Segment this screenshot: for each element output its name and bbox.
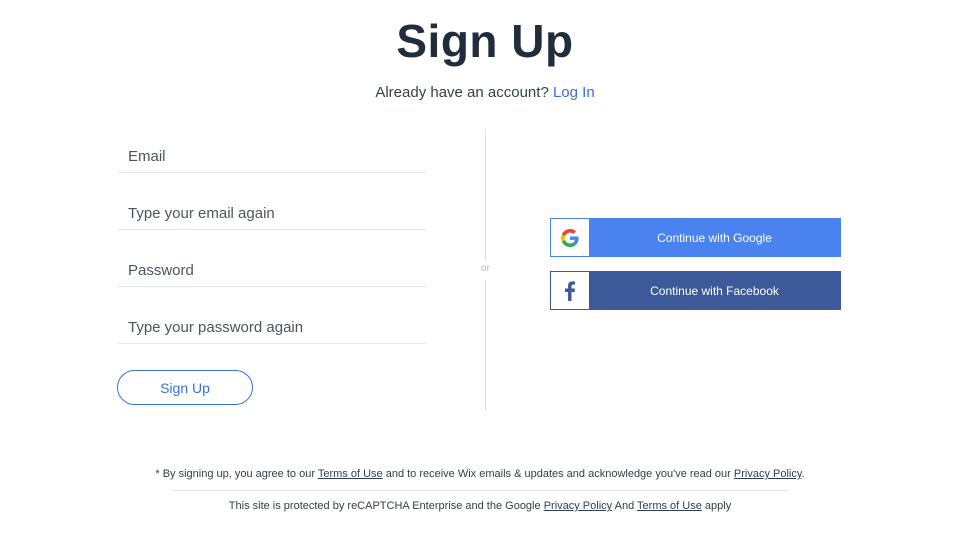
password-confirm-input[interactable] bbox=[118, 312, 426, 343]
sign-up-button[interactable]: Sign Up bbox=[117, 370, 253, 405]
email-field-wrapper bbox=[118, 141, 426, 173]
legal-prefix: * By signing up, you agree to our bbox=[155, 468, 315, 480]
terms-of-use-link[interactable]: Terms of Use bbox=[318, 468, 383, 480]
privacy-policy-link[interactable]: Privacy Policy bbox=[734, 468, 802, 480]
recaptcha-prefix: This site is protected by reCAPTCHA Ente… bbox=[228, 500, 541, 512]
divider-line-top bbox=[485, 129, 486, 261]
password-confirm-field-wrapper bbox=[118, 312, 426, 344]
login-prompt-text: Already have an account? bbox=[375, 84, 549, 101]
login-prompt: Already have an account? Log In bbox=[0, 84, 970, 101]
recaptcha-terms-link[interactable]: Terms of Use bbox=[637, 500, 702, 512]
footer-divider bbox=[172, 490, 789, 491]
legal-middle: and to receive Wix emails & updates and … bbox=[385, 468, 731, 480]
password-input[interactable] bbox=[118, 255, 426, 286]
continue-with-google-button[interactable]: Continue with Google bbox=[550, 218, 841, 257]
facebook-button-label: Continue with Facebook bbox=[589, 272, 840, 309]
google-icon bbox=[551, 219, 589, 256]
password-field-wrapper bbox=[118, 255, 426, 287]
legal-notice: * By signing up, you agree to our Terms … bbox=[0, 468, 960, 480]
continue-with-facebook-button[interactable]: Continue with Facebook bbox=[550, 271, 841, 310]
divider-line-bottom bbox=[485, 280, 486, 411]
email-input[interactable] bbox=[118, 141, 426, 172]
recaptcha-and: And bbox=[614, 500, 635, 512]
recaptcha-notice: This site is protected by reCAPTCHA Ente… bbox=[0, 500, 960, 512]
login-link[interactable]: Log In bbox=[553, 84, 595, 101]
page-title: Sign Up bbox=[396, 15, 574, 67]
recaptcha-suffix: apply bbox=[704, 500, 732, 512]
legal-suffix: . bbox=[801, 468, 805, 480]
signup-page: Sign Up Already have an account? Log In … bbox=[0, 0, 970, 546]
divider-or-label: or bbox=[481, 263, 490, 274]
email-confirm-input[interactable] bbox=[118, 198, 426, 229]
facebook-icon bbox=[551, 272, 589, 309]
google-button-label: Continue with Google bbox=[589, 219, 840, 256]
recaptcha-privacy-link[interactable]: Privacy Policy bbox=[544, 500, 612, 512]
email-confirm-field-wrapper bbox=[118, 198, 426, 230]
